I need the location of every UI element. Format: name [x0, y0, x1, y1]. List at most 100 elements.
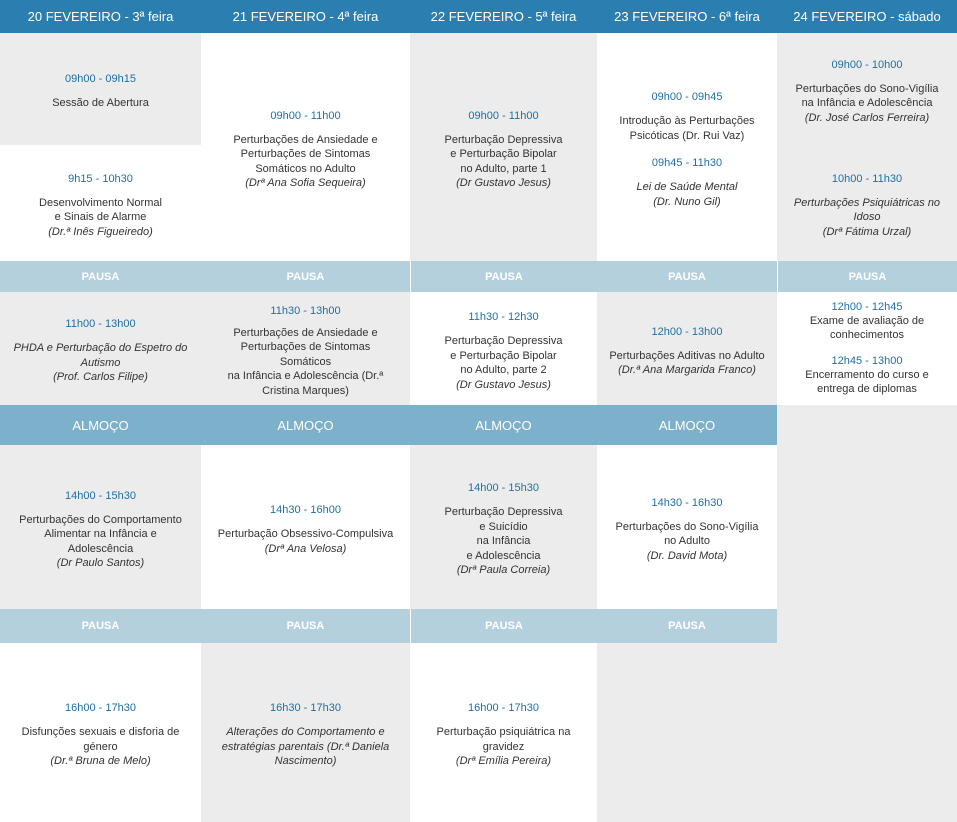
session-title: Perturbação Depressiva	[444, 506, 563, 519]
session-speaker: (Dr.ª Bruna de Melo)	[50, 755, 151, 768]
session-time: 16h30 - 17h30	[270, 702, 341, 715]
day-header-4: 23 FEVEREIRO - 6ª feira	[597, 0, 777, 33]
session-speaker: (Drª Emília Pereira)	[455, 755, 552, 768]
session-title: Somáticos no Adulto	[255, 162, 356, 175]
session-time: 09h00 - 11h00	[270, 109, 341, 122]
session-time: 09h00 - 09h45	[651, 91, 723, 103]
session-block: 12h00 - 12h45 Exame de avaliação de conh…	[810, 301, 924, 343]
session-cell: 9h15 - 10h30 Desenvolvimento Normal e Si…	[0, 145, 201, 261]
session-title: Perturbação Depressiva	[444, 133, 563, 146]
session-title: Somáticos	[279, 355, 332, 368]
session-time: 14h00 - 15h30	[65, 489, 136, 502]
session-time: 14h30 - 16h30	[651, 496, 723, 509]
session-title: Adolescência	[67, 542, 134, 555]
session-title: no Adulto, parte 2	[460, 364, 547, 376]
break-almoco: ALMOÇO	[410, 405, 597, 445]
session-title: na Infância e Adolescência (Dr.ª	[227, 370, 384, 383]
day-header-5: 24 FEVEREIRO - sábado	[777, 0, 957, 33]
session-title: na Infância e Adolescência	[801, 97, 933, 110]
session-title: e Adolescência	[466, 549, 541, 562]
session-speaker: (Drª Ana Sofia Sequeira)	[245, 177, 366, 189]
session-cell: 11h30 - 12h30 Perturbação Depressiva e P…	[410, 292, 597, 405]
session-title: estratégias parentais (Dr.ª Daniela	[221, 740, 390, 753]
session-block: 12h45 - 13h00 Encerramento do curso e en…	[805, 349, 929, 397]
session-time: 09h00 - 11h00	[468, 109, 539, 122]
session-title: e Perturbação Bipolar	[450, 148, 557, 160]
session-cell: 14h00 - 15h30 Perturbações do Comportame…	[0, 445, 201, 609]
session-time: 12h00 - 12h45	[831, 300, 903, 313]
session-title: Alimentar na Infância e	[44, 528, 157, 540]
session-time: 14h00 - 15h30	[468, 482, 539, 495]
session-cell: 09h00 - 11h00 Perturbações de Ansiedade …	[201, 33, 410, 261]
session-title: Perturbação Depressiva	[444, 335, 563, 347]
session-time: 14h30 - 16h00	[270, 504, 341, 516]
session-cell: 10h00 - 11h30 Perturbações Psiquiátricas…	[777, 145, 957, 261]
session-speaker: (Dr Gustavo Jesus)	[456, 378, 551, 391]
day-header-label: 20 FEVEREIRO - 3ª feira	[27, 9, 174, 24]
break-label: PAUSA	[848, 270, 887, 283]
session-time: 09h00 - 10h00	[831, 58, 903, 71]
session-time: 12h00 - 13h00	[651, 325, 723, 338]
session-cell: 16h00 - 17h30 Perturbação psiquiátrica n…	[410, 643, 597, 822]
session-title: Exame de avaliação de	[809, 314, 925, 327]
break-label: PAUSA	[81, 620, 120, 632]
session-title: Perturbações do Sono-Vigília	[795, 82, 939, 95]
session-title: Perturbação psiquiátrica na	[436, 726, 571, 739]
break-almoco: ALMOÇO	[201, 405, 410, 445]
session-title: e Suicídio	[479, 520, 528, 533]
session-title: Disfunções sexuais e disforia de	[21, 726, 180, 739]
session-block: 09h00 - 09h45 Introdução às Perturbações…	[619, 85, 754, 143]
break-pausa: PAUSA	[597, 261, 777, 292]
session-title: Perturbações do Comportamento	[19, 513, 182, 526]
break-pausa: PAUSA	[0, 609, 201, 643]
session-time: 09h00 - 09h15	[65, 73, 136, 86]
break-label: ALMOÇO	[475, 417, 532, 433]
session-time: 11h00 - 13h00	[65, 318, 136, 331]
session-speaker: (Drª Fátima Urzal)	[822, 225, 912, 238]
break-label: PAUSA	[668, 270, 706, 283]
session-speaker: (Dr. José Carlos Ferreira)	[804, 111, 930, 124]
session-title: Perturbações de Ansiedade e	[233, 133, 378, 146]
session-title: Cristina Marques)	[262, 384, 349, 397]
session-cell: 16h00 - 17h30 Disfunções sexuais e disfo…	[0, 643, 201, 822]
session-cell: 14h00 - 15h30 Perturbação Depressiva e S…	[410, 445, 597, 609]
session-title: Perturbações de Sintomas	[240, 341, 371, 354]
day-header-2: 21 FEVEREIRO - 4ª feira	[201, 0, 410, 33]
session-speaker: (Prof. Carlos Filipe)	[53, 371, 148, 384]
session-title: Lei de Saúde Mental	[636, 181, 738, 193]
session-title: gravidez	[482, 740, 525, 753]
session-cell: 14h30 - 16h00 Perturbação Obsessivo-Comp…	[201, 445, 410, 609]
session-title: no Adulto, parte 1	[460, 162, 547, 175]
session-title: Nascimento)	[274, 755, 337, 768]
day-header-label: 23 FEVEREIRO - 6ª feira	[614, 9, 760, 24]
session-title: e Sinais de Alarme	[54, 211, 147, 224]
session-speaker: (Drª Ana Velosa)	[264, 542, 347, 555]
session-title: Perturbações do Sono-Vigília	[615, 520, 759, 533]
session-cell: 16h30 - 17h30 Alterações do Comportament…	[201, 643, 410, 822]
session-title: Sessão de Abertura	[52, 97, 149, 110]
empty-cell	[597, 643, 777, 822]
session-title: Perturbações de Sintomas	[240, 148, 371, 160]
session-title: Perturbações de Ansiedade e	[233, 326, 378, 339]
session-title: Encerramento do curso e	[805, 368, 929, 381]
break-pausa: PAUSA	[410, 261, 597, 292]
session-title: Psicóticas (Dr. Rui Vaz)	[629, 129, 745, 142]
session-title: Perturbações Psiquiátricas no	[793, 196, 941, 209]
session-cell: 09h00 - 09h15 Sessão de Abertura	[0, 33, 201, 145]
session-cell: 09h00 - 11h00 Perturbação Depressiva e P…	[410, 33, 597, 261]
session-title: entrega de diplomas	[817, 383, 917, 395]
session-title: Desenvolvimento Normal	[39, 196, 162, 209]
session-speaker: (Dr.ª Inês Figueiredo)	[48, 225, 153, 238]
session-title: na Infância	[476, 535, 531, 548]
break-label: ALMOÇO	[277, 417, 334, 433]
session-speaker: (Dr. David Mota)	[646, 549, 728, 562]
session-title: Introdução às Perturbações	[619, 115, 755, 127]
break-pausa: PAUSA	[410, 609, 597, 643]
day-header-label: 21 FEVEREIRO - 4ª feira	[232, 9, 379, 24]
break-label: PAUSA	[286, 620, 325, 632]
break-label: PAUSA	[81, 270, 120, 283]
break-label: PAUSA	[668, 620, 706, 632]
day-header-label: 24 FEVEREIRO - sábado	[793, 9, 941, 24]
session-title: e Perturbação Bipolar	[450, 349, 557, 362]
session-cell: 12h00 - 13h00 Perturbações Aditivas no A…	[597, 292, 777, 405]
